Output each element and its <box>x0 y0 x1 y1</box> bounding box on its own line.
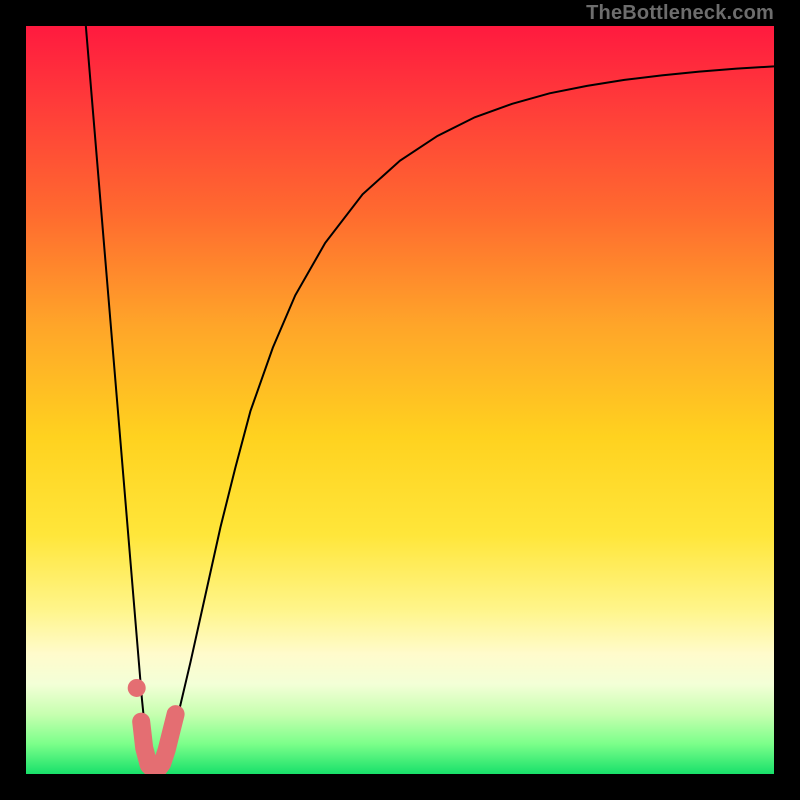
watermark-text: TheBottleneck.com <box>586 2 774 25</box>
chart-frame: TheBottleneck.com <box>0 0 800 800</box>
plot-area <box>26 26 774 774</box>
optimal-marker-dot-point <box>128 679 146 697</box>
bottleneck-chart <box>26 26 774 774</box>
